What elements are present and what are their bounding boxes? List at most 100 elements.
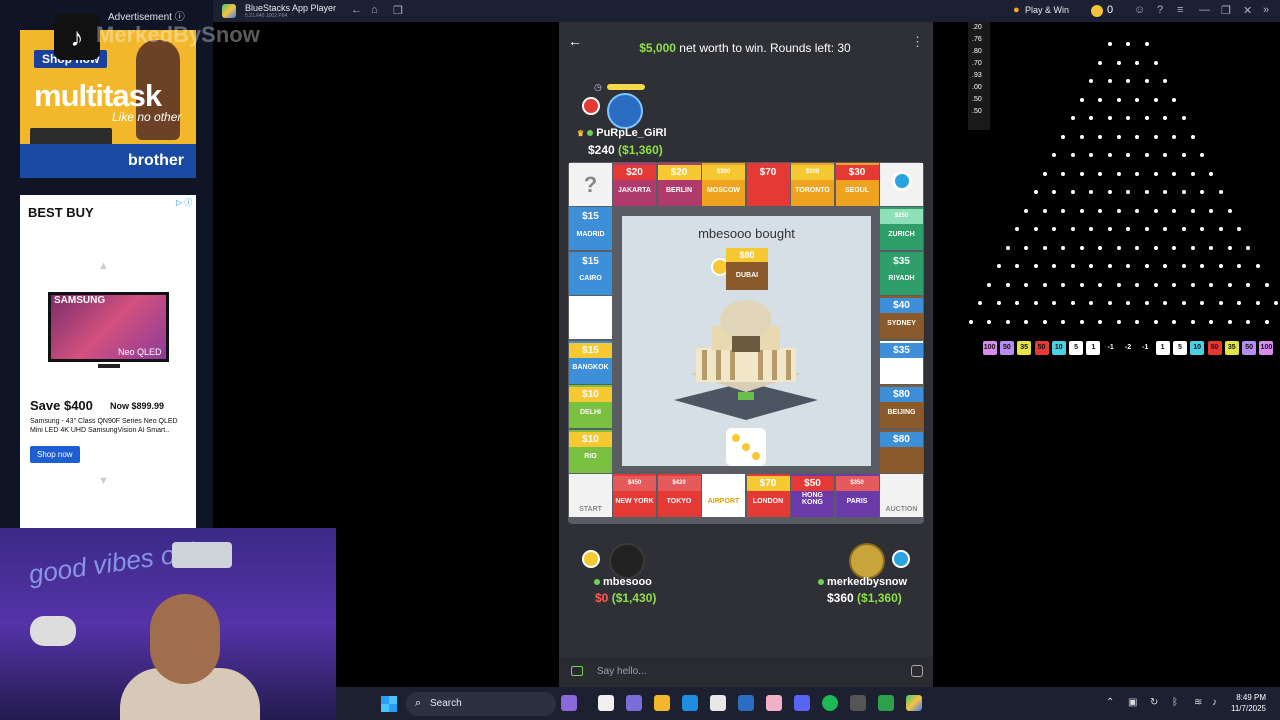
recent-apps-icon[interactable]: ❐ xyxy=(393,4,403,17)
plinko-peg xyxy=(1144,116,1149,120)
board-tile-left-4[interactable]: $10 DELHI xyxy=(569,385,612,428)
plinko-peg xyxy=(1163,264,1167,268)
plinko-peg xyxy=(1052,301,1056,305)
board-tile-bottom-1[interactable]: $420 TOKYO xyxy=(657,474,701,517)
plinko-peg xyxy=(1227,245,1232,250)
board-tile-top-3[interactable]: $70 xyxy=(746,163,790,206)
ad-info-icon[interactable]: ▷ ⓘ xyxy=(176,197,192,208)
menu-icon[interactable]: ≡ xyxy=(1177,4,1183,16)
tile-price: $300 xyxy=(702,165,745,180)
board-tile-bottom-3[interactable]: $70 LONDON xyxy=(746,474,790,517)
board-tile-bottom-5[interactable]: $350 PARIS xyxy=(835,474,879,517)
task-view-icon[interactable] xyxy=(598,695,614,711)
obs-icon[interactable] xyxy=(850,695,866,711)
board-tile-right-0[interactable]: $250 ZURICH xyxy=(880,207,923,250)
back-icon[interactable]: ← xyxy=(351,4,362,16)
board-tile-left-5[interactable]: $10 RIO xyxy=(569,429,612,473)
player-avatar-top[interactable] xyxy=(607,93,643,129)
board-tile-left-1[interactable]: $15 CAIRO xyxy=(569,251,612,295)
app-pink-icon[interactable] xyxy=(766,695,782,711)
player-avatar-right[interactable] xyxy=(849,543,885,579)
carousel-up-icon[interactable]: ▲ xyxy=(98,260,109,272)
board-tile-bottom-2[interactable]: AIRPORT xyxy=(702,474,745,517)
player-avatar-left[interactable] xyxy=(609,543,645,579)
file-explorer-icon[interactable] xyxy=(654,695,670,711)
corner-bottom-left[interactable]: START xyxy=(569,474,612,517)
minimize-icon[interactable]: — xyxy=(1199,4,1210,16)
tile-name: LONDON xyxy=(752,497,784,505)
tray-overflow-icon[interactable]: ⌃ xyxy=(1106,697,1114,708)
plinko-peg xyxy=(1079,319,1084,324)
home-icon[interactable]: ⌂ xyxy=(371,4,378,16)
board-tile-left-3[interactable]: $15 BANGKOK xyxy=(569,340,612,384)
carousel-down-icon[interactable]: ▼ xyxy=(98,475,109,487)
ad-shop-now-button[interactable]: Shop now xyxy=(30,446,80,463)
close-icon[interactable]: ✕ xyxy=(1243,4,1252,17)
board-tile-right-5[interactable]: $80 xyxy=(880,429,923,473)
tile-price: $35 xyxy=(880,253,923,269)
dice[interactable] xyxy=(726,428,766,466)
play-win-button[interactable]: Play & Win xyxy=(1025,5,1069,15)
corner-bottom-right[interactable]: AUCTION xyxy=(880,474,923,517)
teams-icon[interactable] xyxy=(626,695,642,711)
windows-start-icon[interactable] xyxy=(381,696,397,712)
gift-icon[interactable]: ● xyxy=(1013,4,1020,16)
chat-input[interactable]: Say hello... xyxy=(597,666,646,677)
board-tile-bottom-0[interactable]: $450 NEW YORK xyxy=(613,474,656,517)
tile-name: RIYADH xyxy=(888,275,915,282)
ad-brother[interactable]: Shop now multitask Like no other brother xyxy=(20,30,196,178)
board-tile-top-4[interactable]: $200 TORONTO xyxy=(791,163,834,206)
tile-price: $350 xyxy=(835,476,879,491)
history-value: .20 xyxy=(972,24,982,31)
plinko-peg xyxy=(1098,245,1103,250)
board-tile-top-1[interactable]: $20 BERLIN xyxy=(657,163,701,206)
spotify-icon[interactable] xyxy=(822,695,838,711)
volume-icon[interactable]: ♪ xyxy=(1212,697,1217,708)
board-tile-right-2[interactable]: $40 SYDNEY xyxy=(880,296,923,339)
discord-icon[interactable] xyxy=(794,695,810,711)
plinko-peg xyxy=(1126,190,1130,194)
edge-icon[interactable] xyxy=(682,695,698,711)
more-options-icon[interactable]: ⋮ xyxy=(911,34,924,50)
ad-bestbuy[interactable]: ▷ ⓘ BEST BUY ▲ SAMSUNG Neo QLED Save $40… xyxy=(20,195,196,528)
plinko-peg xyxy=(1190,208,1195,213)
plinko-multiplier: 50 xyxy=(1034,341,1049,355)
board-tile-left-2[interactable] xyxy=(569,296,612,339)
corner-top-right[interactable] xyxy=(880,163,923,206)
store-icon[interactable] xyxy=(710,695,726,711)
plinko-peg xyxy=(1246,319,1251,324)
profile-icon[interactable]: ☺ xyxy=(1134,4,1145,16)
board-tile-bottom-4[interactable]: $50 HONG KONG xyxy=(791,474,834,517)
tray-bluetooth-icon[interactable]: ᛒ xyxy=(1172,697,1178,708)
copilot-icon[interactable] xyxy=(738,695,754,711)
wifi-icon[interactable]: ≋ xyxy=(1194,697,1202,708)
widgets-icon[interactable] xyxy=(561,695,577,711)
emoji-icon[interactable] xyxy=(911,665,923,677)
tray-app-icon[interactable]: ▣ xyxy=(1128,697,1137,708)
board-tile-top-2[interactable]: $300 MOSCOW xyxy=(702,163,745,206)
back-arrow-icon[interactable]: ← xyxy=(568,33,584,49)
spreadsheet-icon[interactable] xyxy=(878,695,894,711)
board-tile-top-0[interactable]: $20 JAKARTA xyxy=(613,163,656,206)
board-tile-top-5[interactable]: $30 SEOUL xyxy=(835,163,879,206)
plinko-peg xyxy=(1061,282,1066,287)
board-tile-left-0[interactable]: $15 MADRID xyxy=(569,207,612,250)
expand-icon[interactable]: » xyxy=(1263,4,1269,16)
plinko-peg xyxy=(978,301,982,305)
tray-sync-icon[interactable]: ↻ xyxy=(1150,697,1158,708)
board-tile-right-1[interactable]: $35 RIYADH xyxy=(880,251,923,295)
taskbar-search[interactable]: ⌕ Search xyxy=(406,692,556,716)
plinko-peg xyxy=(1098,282,1103,287)
chat-bar[interactable]: Say hello... xyxy=(559,657,933,687)
taskbar-clock[interactable]: 8:49 PM 11/7/2025 xyxy=(1231,692,1266,714)
plinko-peg xyxy=(1209,245,1214,250)
help-icon[interactable]: ? xyxy=(1157,4,1163,16)
bluestacks-taskbar-icon[interactable] xyxy=(906,695,922,711)
plinko-peg xyxy=(1135,97,1140,102)
corner-top-left[interactable]: ? xyxy=(569,163,612,206)
board-tile-right-3[interactable]: $35 xyxy=(880,340,923,384)
window-version: 5.21.640.1002 P64 xyxy=(245,13,288,19)
board-tile-right-4[interactable]: $80 BEIJING xyxy=(880,385,923,428)
restore-icon[interactable]: ❐ xyxy=(1221,4,1231,17)
tile-price: $80 xyxy=(880,431,923,447)
